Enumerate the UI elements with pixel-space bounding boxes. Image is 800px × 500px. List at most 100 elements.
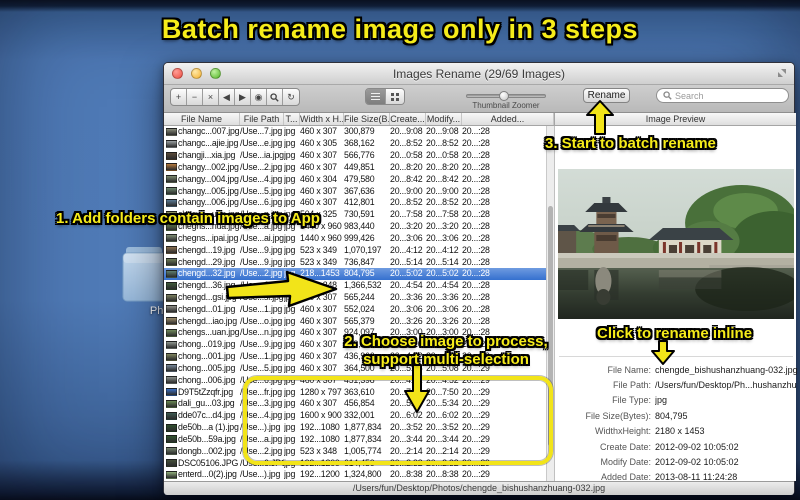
annotation-step2-line2: support multi-selection xyxy=(363,351,529,368)
next-button[interactable]: ▶ xyxy=(235,89,251,105)
table-row[interactable]: enterd...0(2).jpg/Use...).jpg jpg 192...12… xyxy=(164,469,546,481)
info-field-value[interactable]: chengde_bishushanzhuang-032.jpg xyxy=(655,365,797,375)
remove-button[interactable]: − xyxy=(187,89,203,105)
cell-type: jpg xyxy=(284,161,296,172)
grid-view-icon xyxy=(391,92,399,101)
table-row[interactable]: changy...004.jpg/Use...4.jpg jpg 460 x 304… xyxy=(164,173,546,185)
previous-button[interactable]: ◀ xyxy=(219,89,235,105)
table-row[interactable]: chegns...ipai.jpg/Use...ai.jpg jpg 1440 x … xyxy=(164,232,546,244)
table-row[interactable]: chengd...01.jpg/Use...1.jpg jpg 460 x 307 5… xyxy=(164,303,546,315)
info-field-row: File Name: chengde_bishushanzhuang-032.jp… xyxy=(555,362,797,377)
thumbnail-zoomer-slider[interactable] xyxy=(466,91,546,101)
cell-thumb xyxy=(164,317,178,326)
col-added[interactable]: Added... xyxy=(462,113,554,125)
cell-size: 479,580 xyxy=(344,173,375,184)
table-row[interactable]: chengd...iao.jpg/Use...o.jpg jpg 460 x 307… xyxy=(164,315,546,327)
slider-knob[interactable] xyxy=(499,91,509,101)
cell-thumb xyxy=(164,447,178,456)
cell-path: /Use...n.jpg xyxy=(240,327,283,338)
delete-button[interactable]: × xyxy=(203,89,219,105)
cell-name: chengd...iao.jpg xyxy=(178,315,237,326)
search-button[interactable] xyxy=(267,89,283,105)
cell-size: 300,879 xyxy=(344,126,375,137)
cell-modified: 20...8:20 xyxy=(426,161,459,172)
cell-name: chegns...ipai.jpg xyxy=(178,232,239,243)
cell-thumb xyxy=(164,340,178,349)
cell-path: /Use...7.jpg xyxy=(240,126,283,137)
window-title: Images Rename (29/69 Images) xyxy=(392,67,566,81)
table-row[interactable]: chengd...32.jpg/Use...2.jpgjpg218...1453… xyxy=(164,267,546,280)
table-row[interactable]: changy...005.jpg/Use...5.jpg jpg 460 x 307… xyxy=(164,185,546,197)
info-field-value[interactable]: 804,795 xyxy=(655,411,688,421)
file-thumbnail-icon xyxy=(166,163,177,172)
cell-size: 1,070,197 xyxy=(344,244,382,255)
col-dimensions[interactable]: Width x H... xyxy=(300,113,344,125)
info-field-label: File Path: xyxy=(612,380,651,391)
col-created[interactable]: Create... xyxy=(390,113,426,125)
cell-type: jpg xyxy=(284,469,296,480)
title-bar[interactable]: Images Rename (29/69 Images) xyxy=(164,63,794,85)
col-file-size[interactable]: File Size(B... xyxy=(344,113,390,125)
table-row[interactable]: chengd...36.jpg/Use...6.jpgjpg523 x 3481… xyxy=(164,280,546,292)
info-field-label: File Name: xyxy=(607,364,651,375)
table-row[interactable]: chengd...gsi.jpg/Use...si.jpgjpg460 x 30… xyxy=(164,292,546,304)
info-field-value[interactable]: 2012-09-02 10:05:02 xyxy=(655,442,739,452)
table-row[interactable]: changji...xia.jpg/Use...ia.jpg jpg 460 x 3… xyxy=(164,150,546,162)
col-file-path[interactable]: File Path xyxy=(240,113,284,125)
cell-created: 20...5:14 xyxy=(390,256,423,267)
fullscreen-icon[interactable] xyxy=(777,68,787,78)
cell-thumb xyxy=(164,388,178,397)
cell-size: 730,591 xyxy=(344,209,375,220)
cell-path: /Use...e.jpg xyxy=(240,138,283,149)
cell-size: 368,162 xyxy=(344,138,375,149)
info-field-label: Create Date: xyxy=(599,441,651,452)
cell-modified: 20...8:42 xyxy=(426,173,459,184)
cell-name: chengs...uan.jpg xyxy=(178,327,240,338)
cell-modified: 20...0:58 xyxy=(426,150,459,161)
table-row[interactable]: changc...007.jpg/Use...7.jpg jpg 460 x 307… xyxy=(164,126,546,138)
file-thumbnail-icon xyxy=(166,175,177,184)
file-thumbnail-icon xyxy=(166,258,177,267)
table-header: File Name File Path T... Width x H... Fi… xyxy=(164,113,554,126)
file-thumbnail-icon xyxy=(166,151,177,160)
add-button[interactable]: + xyxy=(171,89,187,105)
arrow-folder-to-list-icon xyxy=(225,270,338,308)
cell-size: 566,776 xyxy=(344,150,375,161)
table-row[interactable]: changy...002.jpg/Use...2.jpg jpg 460 x 307… xyxy=(164,161,546,173)
cell-thumb xyxy=(164,139,178,148)
col-type[interactable]: T... xyxy=(284,113,300,125)
refresh-button[interactable]: ↻ xyxy=(283,89,299,105)
cell-path: /Use...9.jpg xyxy=(240,244,283,255)
cell-thumb xyxy=(164,399,178,408)
info-field-value[interactable]: /Users/fun/Desktop/Ph...hushanzhuang-032… xyxy=(655,380,797,390)
cell-name: chong...019.jpg xyxy=(178,339,236,350)
cell-thumb xyxy=(164,269,178,278)
preview-eye-button[interactable]: ◉ xyxy=(251,89,267,105)
table-row[interactable]: changc...ajie.jpg/Use...e.jpg jpg 460 x 30… xyxy=(164,138,546,150)
cell-thumb xyxy=(164,411,178,420)
file-thumbnail-icon xyxy=(166,127,177,136)
table-row[interactable]: chengd...19.jpg/Use...9.jpg jpg 523 x 349 1… xyxy=(164,244,546,256)
col-file-name[interactable]: File Name xyxy=(164,113,240,125)
search-input[interactable]: Search xyxy=(656,88,789,103)
table-row[interactable]: chengd...29.jpg/Use...9.jpg jpg 523 x 349 7… xyxy=(164,256,546,268)
table-row[interactable]: changy...006.jpg/Use...6.jpg jpg 460 x 307… xyxy=(164,197,546,209)
col-modified[interactable]: Modify... xyxy=(426,113,462,125)
cell-size: 1,324,800 xyxy=(344,469,382,480)
cell-modified: 20...8:38 xyxy=(426,469,459,480)
cell-type: jpg xyxy=(284,244,296,255)
cell-modified: 20...3:36 xyxy=(426,292,459,302)
cell-size: 983,440 xyxy=(344,221,375,232)
cell-name: de50b...a (1).jpg xyxy=(178,422,239,433)
cell-modified: 20...9:00 xyxy=(426,185,459,196)
file-thumbnail-icon xyxy=(166,435,177,444)
annotation-step2: 2. Choose image to process, support mult… xyxy=(338,333,554,369)
cell-size: 999,426 xyxy=(344,232,375,243)
grid-view-button[interactable] xyxy=(385,89,404,104)
info-field-value[interactable]: jpg xyxy=(655,395,667,405)
file-thumbnail-icon xyxy=(166,352,177,361)
list-view-button[interactable] xyxy=(366,89,385,104)
info-field-value[interactable]: 2012-09-02 10:05:02 xyxy=(655,457,739,467)
cell-path: /Use...5.jpg xyxy=(240,185,283,196)
info-field-value[interactable]: 2180 x 1453 xyxy=(655,426,705,436)
